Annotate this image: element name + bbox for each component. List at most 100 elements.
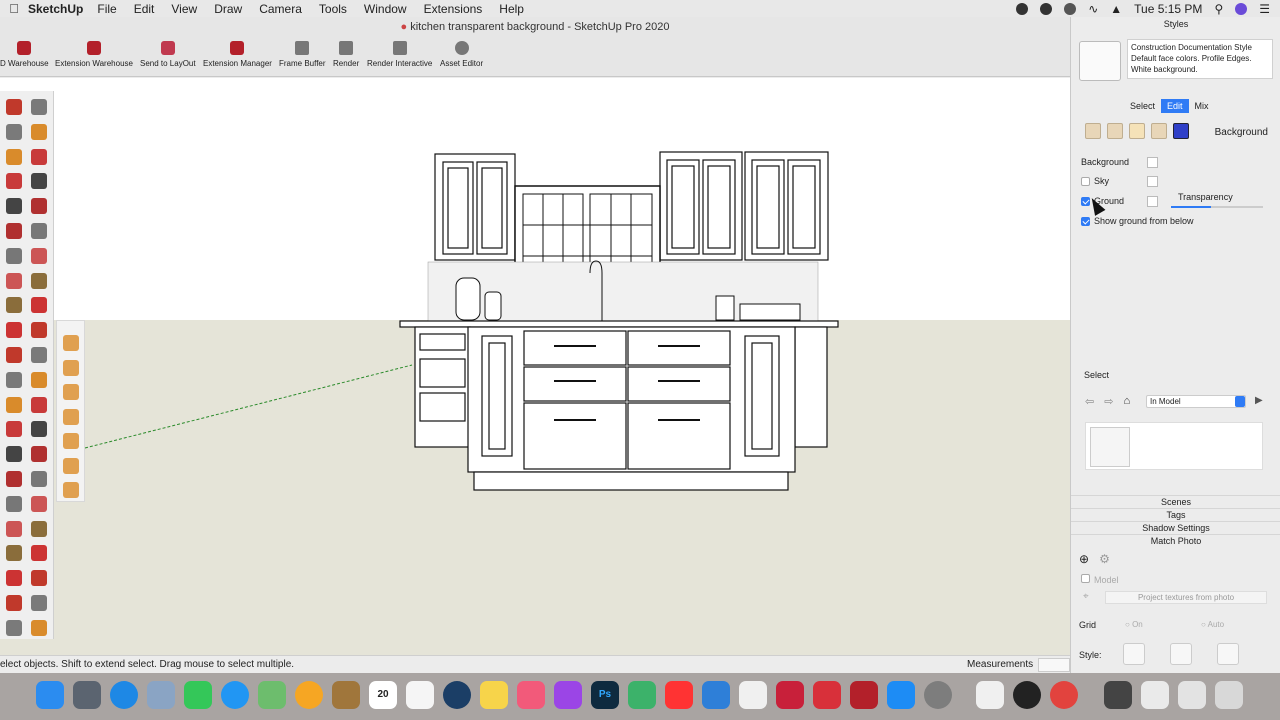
- menu-help[interactable]: Help: [499, 2, 524, 16]
- menu-window[interactable]: Window: [364, 2, 407, 16]
- textedit-icon[interactable]: [739, 681, 767, 709]
- style-thumbnail[interactable]: [1079, 41, 1121, 81]
- menu-view[interactable]: View: [171, 2, 197, 16]
- edge-settings-icon[interactable]: [1085, 123, 1101, 139]
- notes-icon[interactable]: [480, 681, 508, 709]
- arc-tool-icon[interactable]: [31, 347, 47, 363]
- menu-edit[interactable]: Edit: [134, 2, 155, 16]
- kitchen-island-model[interactable]: [0, 78, 1070, 655]
- add-photo-icon[interactable]: ⊕: [1079, 552, 1089, 566]
- settings-gear-icon[interactable]: ⚙: [1099, 552, 1110, 566]
- rotate-tool-icon[interactable]: [31, 619, 47, 636]
- tab-select[interactable]: Select: [1124, 99, 1161, 113]
- siri-icon[interactable]: [1235, 2, 1248, 15]
- sky-color-swatch[interactable]: [1147, 176, 1158, 187]
- move-tool-icon[interactable]: [6, 619, 22, 636]
- preview-icon[interactable]: [147, 681, 175, 709]
- menu-tools[interactable]: Tools: [319, 2, 347, 16]
- calendar-icon[interactable]: 20: [369, 681, 397, 709]
- watermark-settings-icon[interactable]: [1151, 123, 1167, 139]
- panel-match-photo[interactable]: Match Photo: [1071, 534, 1280, 547]
- toolbar-send-to-layout[interactable]: Send to LayOut: [140, 41, 196, 68]
- finder-icon[interactable]: [36, 681, 64, 709]
- grid-style-3-icon[interactable]: [1217, 643, 1239, 665]
- arc-tool-icon[interactable]: [31, 570, 47, 587]
- rotate-tool-icon[interactable]: [31, 396, 47, 413]
- style-thumbnail-item[interactable]: [1090, 427, 1130, 467]
- tape-tool-icon[interactable]: [6, 223, 22, 239]
- creative-cloud-icon[interactable]: [1040, 2, 1053, 15]
- back-icon[interactable]: ⇦: [1085, 395, 1094, 408]
- vpn-icon[interactable]: [1064, 2, 1077, 15]
- numbers-icon[interactable]: [628, 681, 656, 709]
- details-arrow-icon[interactable]: ▶: [1255, 395, 1263, 407]
- vray-icon[interactable]: [1013, 681, 1041, 709]
- sandbox-tool-icon[interactable]: [63, 359, 79, 376]
- sandbox-tool-icon[interactable]: [63, 384, 79, 400]
- folder-stack-icon[interactable]: [1178, 681, 1206, 709]
- sandbox-tool-icon[interactable]: [63, 433, 79, 449]
- move-tool-icon[interactable]: [6, 396, 22, 413]
- push-tool-icon[interactable]: [31, 595, 47, 611]
- launchpad-icon[interactable]: [73, 681, 101, 709]
- messages-icon[interactable]: [221, 681, 249, 709]
- style-builder-icon[interactable]: [813, 681, 841, 709]
- grid-style-2-icon[interactable]: [1170, 643, 1192, 665]
- photos-icon[interactable]: [295, 681, 323, 709]
- news-icon[interactable]: [665, 681, 693, 709]
- show-ground-row[interactable]: Show ground from below: [1081, 216, 1194, 226]
- sketchup-icon[interactable]: [850, 681, 878, 709]
- move-tool-icon[interactable]: [6, 173, 22, 190]
- section-tool-icon[interactable]: [6, 297, 22, 314]
- panel-scenes[interactable]: Scenes: [1071, 495, 1280, 508]
- toolbar-3d-warehouse[interactable]: D Warehouse: [0, 41, 49, 68]
- select-tool-icon[interactable]: [6, 99, 22, 115]
- app-store-icon[interactable]: [887, 681, 915, 709]
- spotlight-search-icon[interactable]: ⚲: [1214, 2, 1223, 16]
- panel-shadow-settings[interactable]: Shadow Settings: [1071, 521, 1280, 534]
- contacts-icon[interactable]: [332, 681, 360, 709]
- shape-tool-icon[interactable]: [6, 595, 22, 611]
- text-tool-icon[interactable]: [31, 223, 47, 239]
- zoom-tool-icon[interactable]: [6, 272, 22, 289]
- toolbar-extension-warehouse[interactable]: Extension Warehouse: [55, 41, 133, 68]
- menu-draw[interactable]: Draw: [214, 2, 242, 16]
- measurements-input[interactable]: [1038, 658, 1070, 672]
- sky-checkbox[interactable]: [1081, 176, 1090, 186]
- background-settings-icon[interactable]: [1129, 123, 1145, 139]
- offset-tool-icon[interactable]: [31, 421, 47, 438]
- component-tool-icon[interactable]: [31, 297, 47, 314]
- tab-mix[interactable]: Mix: [1189, 99, 1215, 113]
- pencil-tool-icon[interactable]: [6, 123, 22, 140]
- push-tool-icon[interactable]: [31, 371, 47, 388]
- downloads-stack-icon[interactable]: [1141, 681, 1169, 709]
- menu-extensions[interactable]: Extensions: [424, 2, 483, 16]
- music-icon[interactable]: [517, 681, 545, 709]
- model-checkbox[interactable]: [1081, 574, 1090, 583]
- wifi-icon[interactable]: ∿: [1088, 2, 1098, 16]
- clock[interactable]: Tue 5:15 PM: [1134, 2, 1202, 16]
- menu-camera[interactable]: Camera: [259, 2, 302, 16]
- toolbar-extension-manager[interactable]: Extension Manager: [203, 41, 272, 68]
- grid-style-1-icon[interactable]: [1123, 643, 1145, 665]
- keynote-icon[interactable]: [702, 681, 730, 709]
- zoom-tool-icon[interactable]: [6, 495, 22, 512]
- toolbar-render[interactable]: Render: [333, 41, 359, 68]
- pencil-tool-icon[interactable]: [6, 570, 22, 587]
- orbit-tool-icon[interactable]: [6, 471, 22, 487]
- paint-tool-icon[interactable]: [31, 99, 47, 115]
- maps-icon[interactable]: [258, 681, 286, 709]
- text-tool-icon[interactable]: [31, 446, 47, 463]
- system-preferences-icon[interactable]: [924, 681, 952, 709]
- tab-edit[interactable]: Edit: [1161, 99, 1189, 113]
- show-ground-checkbox[interactable]: [1081, 216, 1090, 226]
- app-menu[interactable]: SketchUp: [28, 2, 83, 16]
- apple-menu-icon[interactable]: : [0, 1, 28, 16]
- tape-tool-icon[interactable]: [6, 446, 22, 463]
- pan-tool-icon[interactable]: [31, 247, 47, 264]
- sandbox-tool-icon[interactable]: [63, 408, 79, 425]
- style-collection-dropdown[interactable]: In Model: [1146, 395, 1246, 408]
- paint-tool-icon[interactable]: [31, 545, 47, 562]
- record-icon[interactable]: [1016, 2, 1029, 15]
- toolbar-render-interactive[interactable]: Render Interactive: [367, 41, 432, 68]
